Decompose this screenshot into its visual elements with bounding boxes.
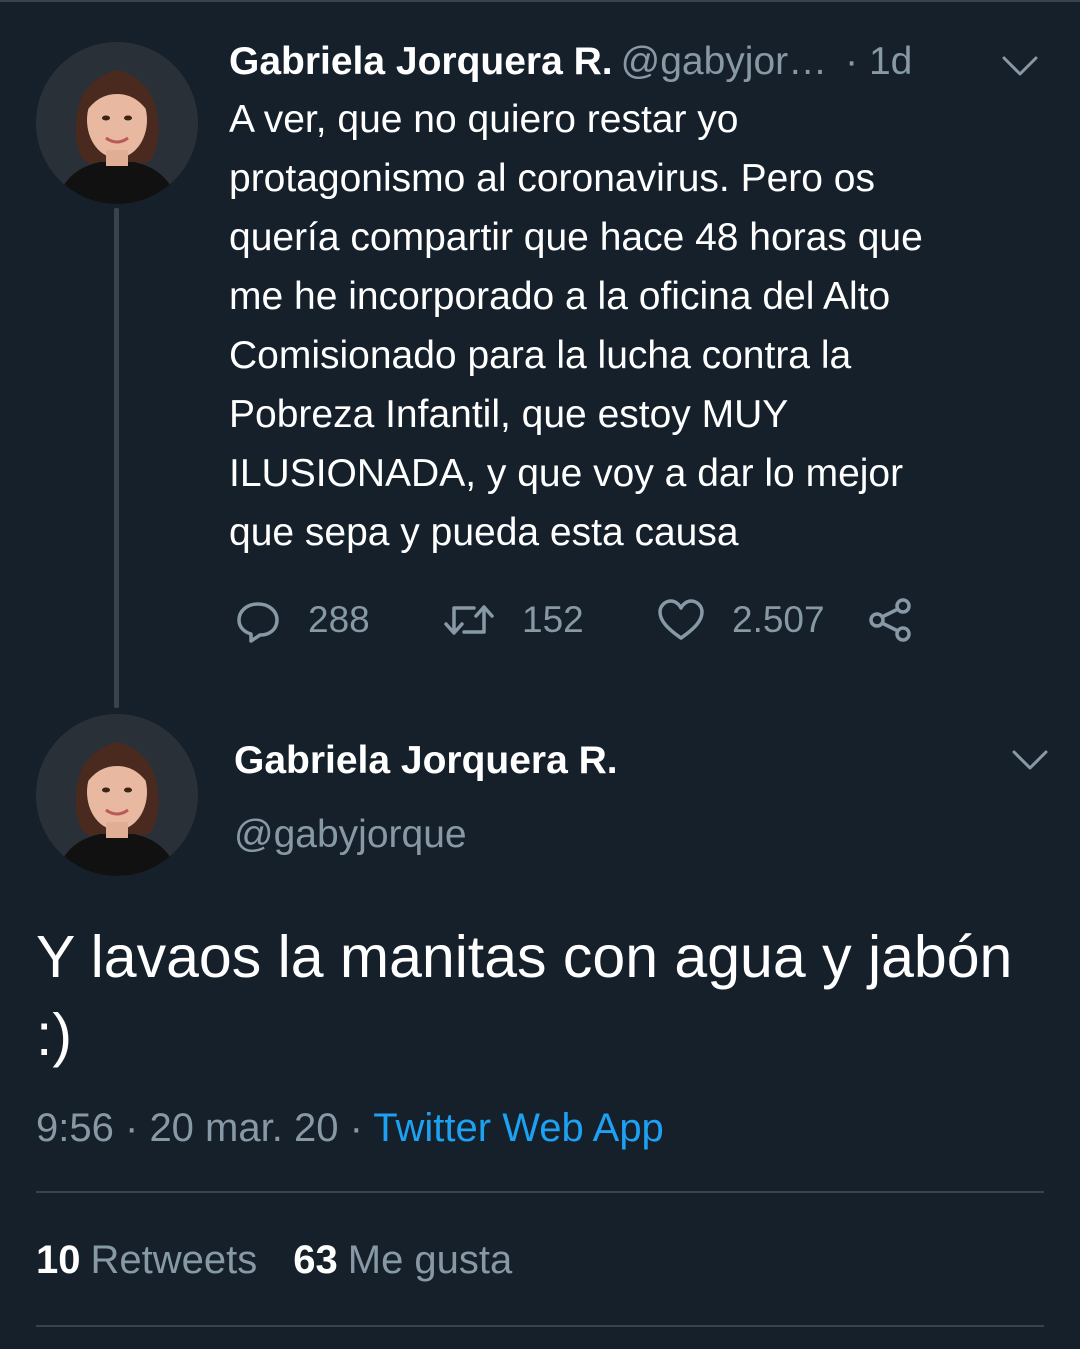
like-button[interactable]: 2.507 — [656, 592, 825, 648]
author-name[interactable]: Gabriela Jorquera R. — [234, 738, 618, 784]
tweet-stats: 10 Retweets 63 Me gusta — [36, 1236, 512, 1284]
tweet-source-link[interactable]: Twitter Web App — [373, 1106, 664, 1150]
share-button[interactable] — [866, 592, 914, 648]
divider — [36, 1325, 1044, 1327]
like-icon — [656, 596, 706, 644]
tweet-text: A ver, que no quiero restar yo protagoni… — [229, 98, 923, 554]
thread-line — [114, 208, 119, 708]
tweet-text: Y lavaos la manitas con agua y jabón :) — [36, 924, 1013, 1068]
meta-separator: · — [124, 1106, 139, 1150]
retweet-count: 152 — [522, 599, 584, 640]
retweet-button[interactable]: 152 — [442, 592, 584, 648]
chevron-down-icon[interactable] — [1000, 50, 1040, 80]
avatar[interactable] — [36, 42, 198, 204]
retweets-stat[interactable]: 10 Retweets — [36, 1238, 257, 1282]
tweet-age[interactable]: · 1d — [845, 40, 912, 83]
tweet-header: Gabriela Jorquera R. @gabyjor… · 1d — [229, 40, 1049, 84]
retweet-icon — [442, 596, 496, 644]
tweet-actions: 288 152 2.507 — [230, 592, 950, 648]
reply-button[interactable]: 288 — [234, 592, 370, 648]
author-handle[interactable]: @gabyjorque — [234, 812, 467, 858]
avatar[interactable] — [36, 714, 198, 876]
likes-count: 63 — [293, 1238, 338, 1282]
tweet-time: 9:56 — [36, 1106, 114, 1150]
likes-stat[interactable]: 63 Me gusta — [293, 1238, 512, 1282]
share-icon — [866, 596, 914, 644]
reply-icon — [234, 596, 282, 644]
retweets-label: Retweets — [90, 1238, 258, 1282]
tweet-meta: 9:56 · 20 mar. 20 · Twitter Web App — [36, 1104, 664, 1152]
reply-count: 288 — [308, 599, 370, 640]
author-name[interactable]: Gabriela Jorquera R. — [229, 40, 613, 83]
likes-label: Me gusta — [347, 1238, 513, 1282]
tweet-date: 20 mar. 20 — [149, 1106, 339, 1150]
like-count: 2.507 — [732, 599, 825, 640]
meta-separator: · — [349, 1106, 363, 1150]
author-handle[interactable]: @gabyjor… — [621, 40, 828, 83]
divider — [36, 1191, 1044, 1193]
chevron-down-icon[interactable] — [1010, 744, 1050, 774]
top-divider — [0, 0, 1080, 2]
retweets-count: 10 — [36, 1238, 81, 1282]
